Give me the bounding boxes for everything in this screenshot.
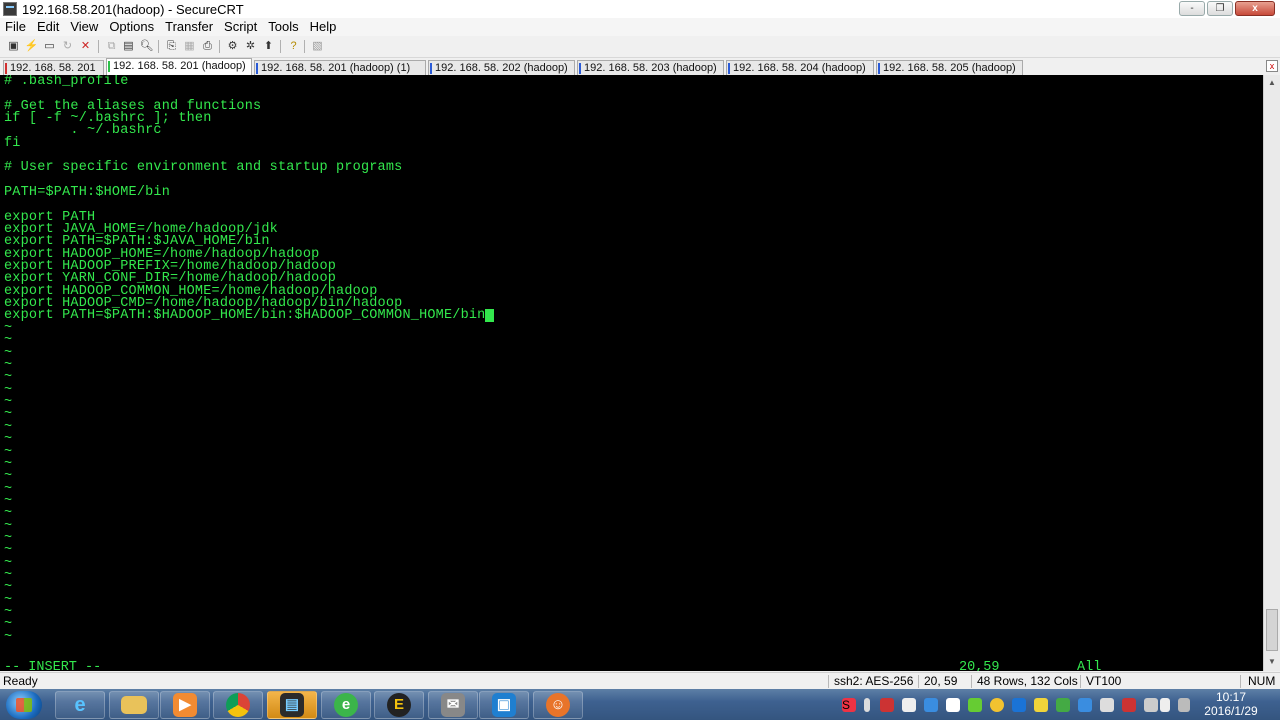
- vim-empty-line-marker: ~: [4, 630, 13, 645]
- terminal-current-text: export PATH=$PATH:$HADOOP_HOME/bin:$HADO…: [4, 308, 486, 323]
- status-emulation: VT100: [1086, 674, 1122, 688]
- display-icon[interactable]: [1078, 698, 1092, 712]
- terminal-line: . ~/.bashrc: [4, 123, 162, 138]
- email-client-icon[interactable]: ✉: [428, 691, 478, 719]
- chrome-icon[interactable]: [213, 691, 263, 719]
- tray-app-icon[interactable]: [1144, 698, 1158, 712]
- status-bar: Ready ssh2: AES-256 20, 59 48 Rows, 132 …: [0, 672, 1280, 690]
- status-terminal-size: 48 Rows, 132 Cols: [977, 674, 1078, 688]
- taskbar-clock[interactable]: 10:17 2016/1/29: [1196, 690, 1266, 718]
- tab-session-4[interactable]: 192. 168. 58. 202 (hadoop): [428, 60, 575, 75]
- disconnect-icon[interactable]: ✕: [78, 39, 93, 54]
- tab-session-5[interactable]: 192. 168. 58. 203 (hadoop): [577, 60, 724, 75]
- volume-icon[interactable]: [1160, 698, 1170, 712]
- tray-app-icon[interactable]: [902, 698, 916, 712]
- help-icon[interactable]: ?: [286, 39, 301, 54]
- qq-icon[interactable]: [990, 698, 1004, 712]
- terminal-line: # User specific environment and startup …: [4, 160, 403, 175]
- tab-session-3[interactable]: 192. 168. 58. 201 (hadoop) (1): [254, 60, 426, 75]
- virtualbox-icon[interactable]: ▣: [479, 691, 529, 719]
- scroll-up-icon[interactable]: ▲: [1266, 77, 1278, 89]
- bluetooth-icon[interactable]: [1012, 698, 1026, 712]
- signal-icon[interactable]: [1178, 698, 1190, 712]
- vim-mode-indicator: -- INSERT --: [4, 660, 102, 671]
- menu-file[interactable]: File: [0, 18, 32, 36]
- global-options-icon[interactable]: ✲: [243, 39, 258, 54]
- menu-edit[interactable]: Edit: [32, 18, 65, 36]
- menu-transfer[interactable]: Transfer: [160, 18, 219, 36]
- status-cursor-position: 20, 59: [924, 674, 958, 688]
- connect-in-tab-icon[interactable]: ▭: [42, 39, 57, 54]
- connect-icon[interactable]: ▣: [6, 39, 21, 54]
- keymap-icon[interactable]: ⬆: [261, 39, 276, 54]
- menu-bar: File Edit View Options Transfer Script T…: [0, 18, 1280, 36]
- file-explorer-icon[interactable]: [109, 691, 159, 719]
- security-icon[interactable]: [1056, 698, 1070, 712]
- maximize-button[interactable]: ❐: [1207, 1, 1233, 16]
- vim-cursor-position: 20,59: [959, 660, 1000, 671]
- menu-options[interactable]: Options: [104, 18, 160, 36]
- sftp-icon[interactable]: ▧: [310, 39, 325, 54]
- tray-app-icon[interactable]: [1034, 698, 1048, 712]
- menu-help[interactable]: Help: [305, 18, 343, 36]
- windows-taskbar: e ▶ ▤ e E ✉ ▣ ☺ S 10:17 2016/1/29: [0, 689, 1280, 720]
- toolbar: ▣ ⚡ ▭ ↻ ✕ ⧉ ▤ 🔍︎ ⎘ ▦ ⎙ ⚙ ✲ ⬆ ? ▧: [0, 37, 1280, 58]
- close-tab-icon[interactable]: x: [1266, 60, 1278, 72]
- tray-arrow-icon[interactable]: [864, 698, 870, 712]
- window-title: 192.168.58.201(hadoop) - SecureCRT: [22, 2, 244, 17]
- terminal-line: fi: [4, 136, 21, 151]
- copy-icon[interactable]: ⧉: [104, 39, 119, 54]
- status-cipher: ssh2: AES-256: [834, 674, 914, 688]
- tray-app-icon[interactable]: [968, 698, 982, 712]
- tray-app-icon[interactable]: [924, 698, 938, 712]
- terminal-screen[interactable]: # .bash_profile # Get the aliases and fu…: [0, 75, 1263, 671]
- game-icon[interactable]: ☺: [533, 691, 583, 719]
- session-tab-bar: 192. 168. 58. 201 192. 168. 58. 201 (had…: [0, 58, 1280, 75]
- tab-session-1[interactable]: 192. 168. 58. 201: [3, 60, 104, 75]
- tray-app-icon[interactable]: [880, 698, 894, 712]
- find-icon[interactable]: 🔍︎: [139, 39, 154, 54]
- start-button[interactable]: [6, 691, 42, 719]
- terminal-line: # .bash_profile: [4, 75, 129, 89]
- session-options-icon[interactable]: ⚙: [225, 39, 240, 54]
- menu-tools[interactable]: Tools: [263, 18, 304, 36]
- status-ready: Ready: [3, 674, 38, 688]
- quick-connect-icon[interactable]: ⚡: [24, 39, 39, 54]
- print-selection-icon[interactable]: ▦: [182, 39, 197, 54]
- print-icon[interactable]: ⎙: [200, 39, 215, 54]
- vim-scroll-position: All: [1077, 660, 1102, 671]
- app-icon[interactable]: E: [374, 691, 424, 719]
- terminal-line-current: export PATH=$PATH:$HADOOP_HOME/bin:$HADO…: [4, 308, 495, 323]
- scroll-down-icon[interactable]: ▼: [1266, 656, 1278, 668]
- text-cursor: [485, 309, 495, 322]
- reconnect-icon[interactable]: ↻: [60, 39, 75, 54]
- browser-icon[interactable]: e: [321, 691, 371, 719]
- internet-explorer-icon[interactable]: e: [55, 691, 105, 719]
- media-player-icon[interactable]: ▶: [160, 691, 210, 719]
- scroll-thumb[interactable]: [1266, 609, 1278, 651]
- copy-paste-icon[interactable]: ⎘: [164, 39, 179, 54]
- window-controls: - ❐ x: [1177, 1, 1275, 16]
- network-flag-icon[interactable]: [1122, 698, 1136, 712]
- minimize-button[interactable]: -: [1179, 1, 1205, 16]
- tab-session-2[interactable]: 192. 168. 58. 201 (hadoop): [106, 58, 252, 75]
- clock-time: 10:17: [1215, 690, 1247, 704]
- usb-icon[interactable]: [1100, 698, 1114, 712]
- menu-view[interactable]: View: [65, 18, 104, 36]
- close-button[interactable]: x: [1235, 1, 1275, 16]
- clock-date: 2016/1/29: [1204, 704, 1258, 718]
- title-bar: 192.168.58.201(hadoop) - SecureCRT - ❐ x: [0, 0, 1280, 19]
- terminal-scrollbar[interactable]: ▲ ▼: [1263, 75, 1280, 671]
- tab-session-6[interactable]: 192. 168. 58. 204 (hadoop): [726, 60, 874, 75]
- tab-session-7[interactable]: 192. 168. 58. 205 (hadoop): [876, 60, 1023, 75]
- terminal-line: PATH=$PATH:$HOME/bin: [4, 185, 171, 200]
- status-numlock: NUM: [1248, 674, 1276, 688]
- securecrt-app-icon[interactable]: [3, 2, 17, 16]
- securecrt-icon[interactable]: ▤: [267, 691, 317, 719]
- menu-script[interactable]: Script: [219, 18, 263, 36]
- tray-window-icon[interactable]: [946, 698, 960, 712]
- paste-icon[interactable]: ▤: [121, 39, 136, 54]
